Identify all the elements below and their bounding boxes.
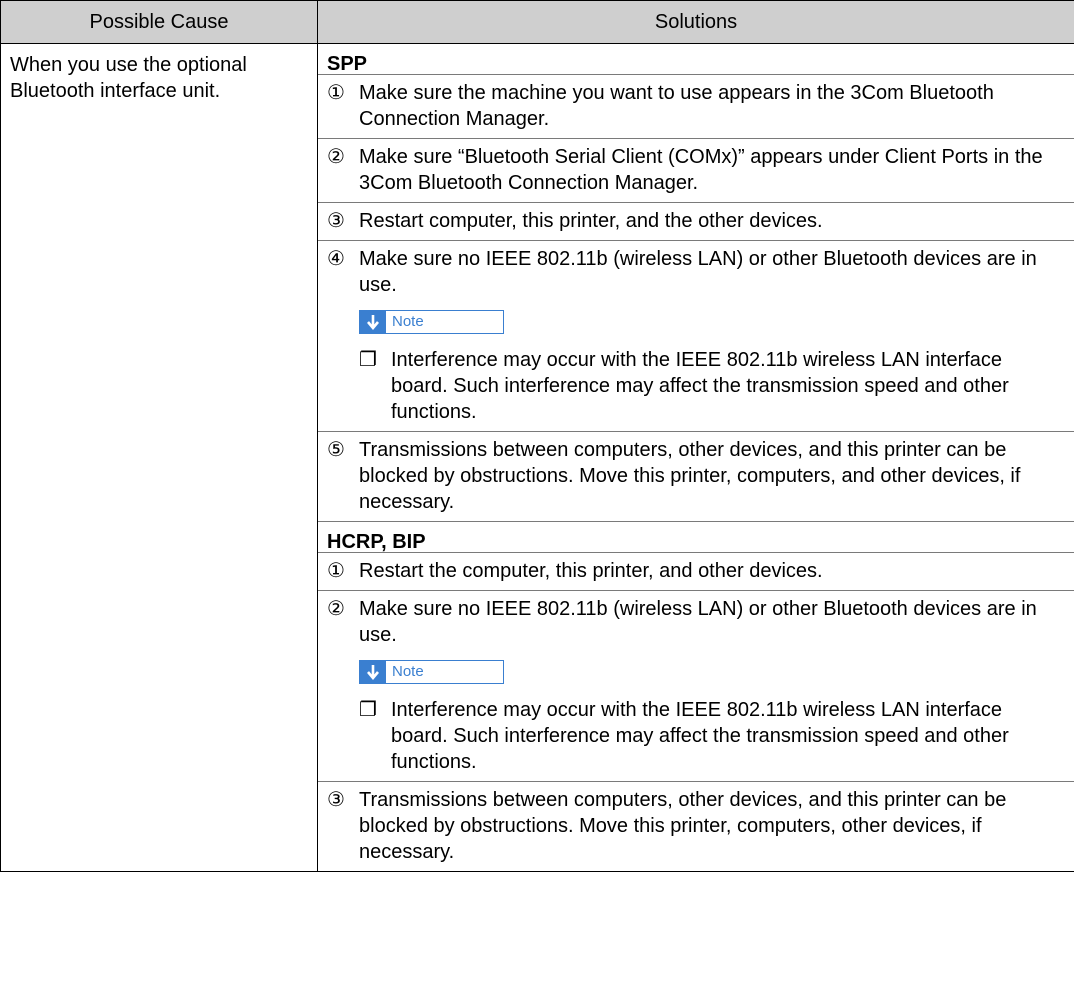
note-badge: Note bbox=[359, 660, 504, 684]
list-item: ① Restart the computer, this printer, an… bbox=[318, 552, 1074, 590]
note-item: ❐ Interference may occur with the IEEE 8… bbox=[359, 347, 1064, 425]
list-item: ① Make sure the machine you want to use … bbox=[318, 74, 1074, 138]
table-header-row: Possible Cause Solutions bbox=[0, 0, 1074, 44]
section-title-spp: SPP bbox=[327, 53, 368, 75]
header-solutions: Solutions bbox=[317, 0, 1074, 44]
list-item: ② Make sure “Bluetooth Serial Client (CO… bbox=[318, 138, 1074, 202]
step-number: ④ bbox=[327, 248, 345, 270]
step-text: Transmissions between computers, other d… bbox=[359, 789, 1007, 863]
cause-cell: When you use the optional Bluetooth inte… bbox=[0, 43, 318, 872]
step-text: Restart the computer, this printer, and … bbox=[359, 560, 823, 582]
note-item: ❐ Interference may occur with the IEEE 8… bbox=[359, 697, 1064, 775]
list-item: ③ Transmissions between computers, other… bbox=[318, 781, 1074, 871]
step-text: Restart computer, this printer, and the … bbox=[359, 210, 823, 232]
step-number: ② bbox=[327, 146, 345, 168]
step-number: ③ bbox=[327, 789, 345, 811]
list-item: ③ Restart computer, this printer, and th… bbox=[318, 202, 1074, 240]
step-number: ② bbox=[327, 598, 345, 620]
step-number: ⑤ bbox=[327, 439, 345, 461]
troubleshooting-table: Possible Cause Solutions When you use th… bbox=[0, 0, 1074, 872]
note-block: Note ❐ Interference may occur with the I… bbox=[318, 654, 1074, 781]
section-title-hcrp-bip: HCRP, BIP bbox=[327, 531, 426, 553]
solutions-cell: SPP ① Make sure the machine you want to … bbox=[317, 43, 1074, 872]
note-text: Interference may occur with the IEEE 802… bbox=[391, 699, 1009, 773]
table-row: When you use the optional Bluetooth inte… bbox=[0, 43, 1074, 872]
step-text: Transmissions between computers, other d… bbox=[359, 439, 1021, 513]
step-text: Make sure “Bluetooth Serial Client (COMx… bbox=[359, 146, 1043, 194]
step-number: ① bbox=[327, 82, 345, 104]
list-item: ② Make sure no IEEE 802.11b (wireless LA… bbox=[318, 590, 1074, 654]
step-number: ① bbox=[327, 560, 345, 582]
list-item: ④ Make sure no IEEE 802.11b (wireless LA… bbox=[318, 240, 1074, 304]
checkbox-bullet-icon: ❐ bbox=[359, 699, 377, 721]
note-label: Note bbox=[392, 313, 424, 330]
down-arrow-icon bbox=[360, 311, 386, 333]
note-badge: Note bbox=[359, 310, 504, 334]
step-text: Make sure the machine you want to use ap… bbox=[359, 82, 994, 130]
list-item: ⑤ Transmissions between computers, other… bbox=[318, 431, 1074, 521]
checkbox-bullet-icon: ❐ bbox=[359, 349, 377, 371]
down-arrow-icon bbox=[360, 661, 386, 683]
step-number: ③ bbox=[327, 210, 345, 232]
step-text: Make sure no IEEE 802.11b (wireless LAN)… bbox=[359, 598, 1037, 646]
note-text: Interference may occur with the IEEE 802… bbox=[391, 349, 1009, 423]
step-text: Make sure no IEEE 802.11b (wireless LAN)… bbox=[359, 248, 1037, 296]
note-block: Note ❐ Interference may occur with the I… bbox=[318, 304, 1074, 431]
header-possible-cause: Possible Cause bbox=[0, 0, 318, 44]
note-label: Note bbox=[392, 663, 424, 680]
